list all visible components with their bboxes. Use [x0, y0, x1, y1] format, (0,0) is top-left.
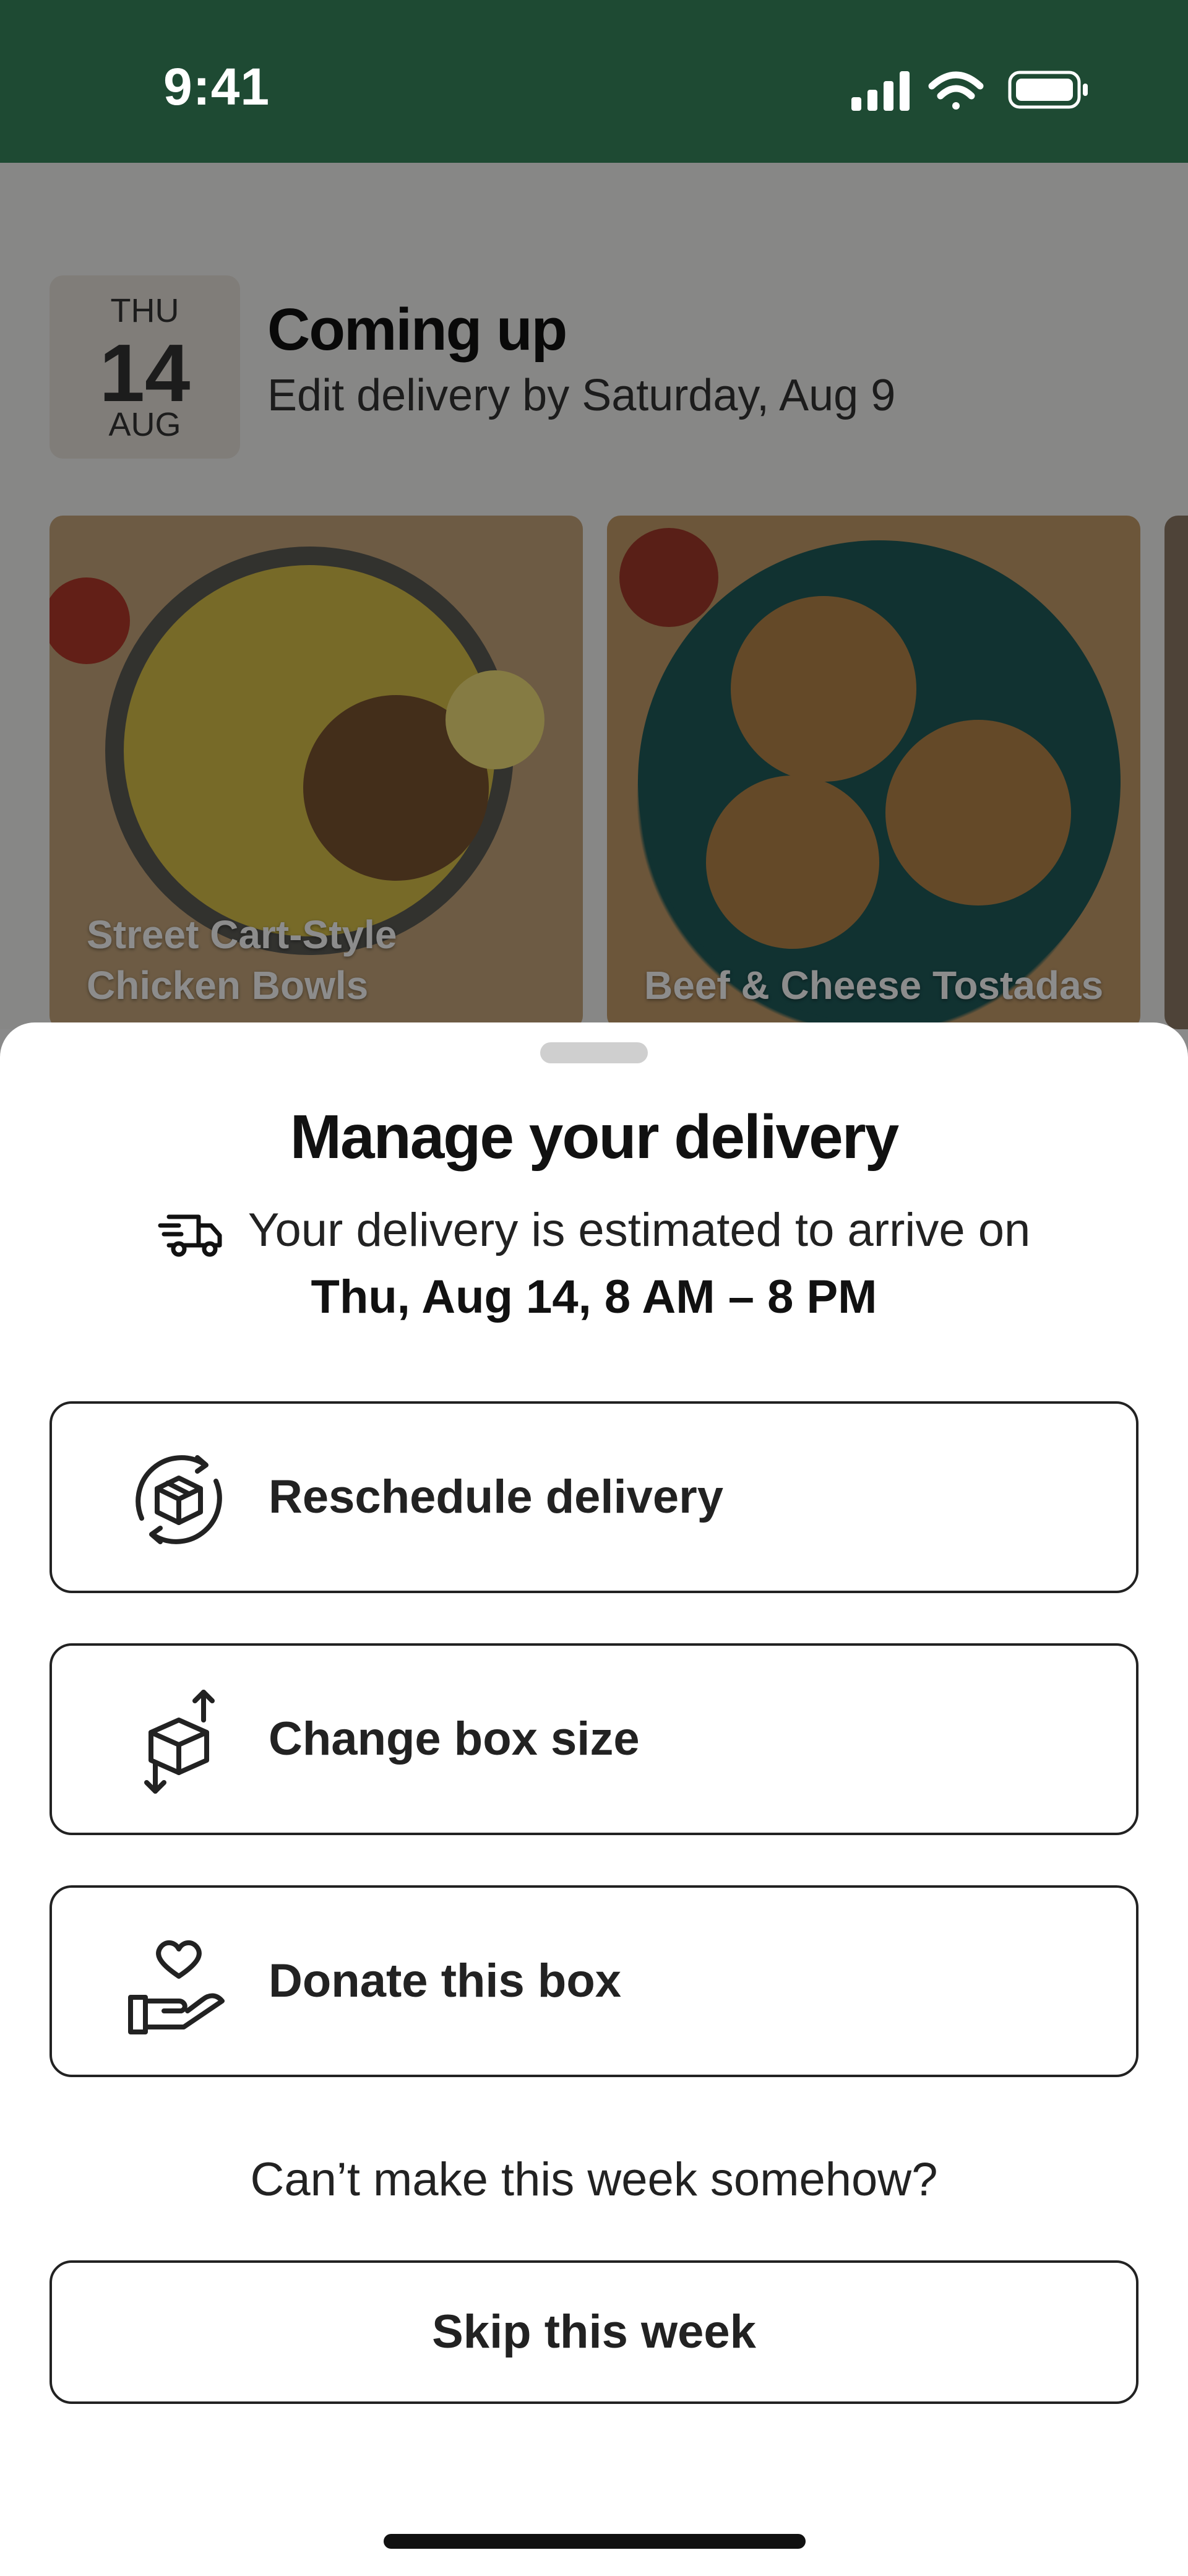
skip-this-week-button[interactable]: Skip this week — [50, 2260, 1138, 2404]
home-indicator[interactable] — [384, 2534, 806, 2549]
donate-box-button[interactable]: Donate this box — [50, 1885, 1138, 2077]
eta-text-line: Your delivery is estimated to arrive on — [0, 1203, 1188, 1261]
eta-date: Thu, Aug 14, 8 AM – 8 PM — [311, 1271, 877, 1323]
battery-icon — [1008, 71, 1088, 109]
donate-heart-hand-icon — [128, 1940, 225, 2034]
donate-box-label: Donate this box — [269, 1955, 622, 2007]
box-resize-icon — [144, 1690, 215, 1794]
modal-scrim[interactable] — [0, 163, 1188, 1029]
manage-delivery-sheet: Manage your delivery Your delivery is es… — [0, 1022, 1188, 2576]
sheet-grabber[interactable] — [540, 1042, 648, 1063]
status-time: 9:41 — [163, 58, 270, 116]
change-box-size-button[interactable]: Change box size — [50, 1643, 1138, 1835]
skip-prompt-text: Can’t make this week somehow? — [250, 2153, 938, 2206]
sheet-title: Manage your delivery — [290, 1102, 900, 1172]
reschedule-delivery-label: Reschedule delivery — [269, 1471, 724, 1523]
status-bar: 9:41 — [0, 0, 1188, 163]
reschedule-delivery-button[interactable]: Reschedule delivery — [50, 1401, 1138, 1593]
reschedule-box-icon — [136, 1455, 222, 1544]
wifi-icon — [928, 71, 984, 110]
change-box-size-label: Change box size — [269, 1713, 640, 1765]
cellular-signal-icon — [851, 71, 910, 111]
delivery-truck-icon — [158, 1214, 222, 1257]
eta-text: Your delivery is estimated to arrive on — [248, 1204, 1031, 1256]
status-icons — [851, 71, 1088, 111]
